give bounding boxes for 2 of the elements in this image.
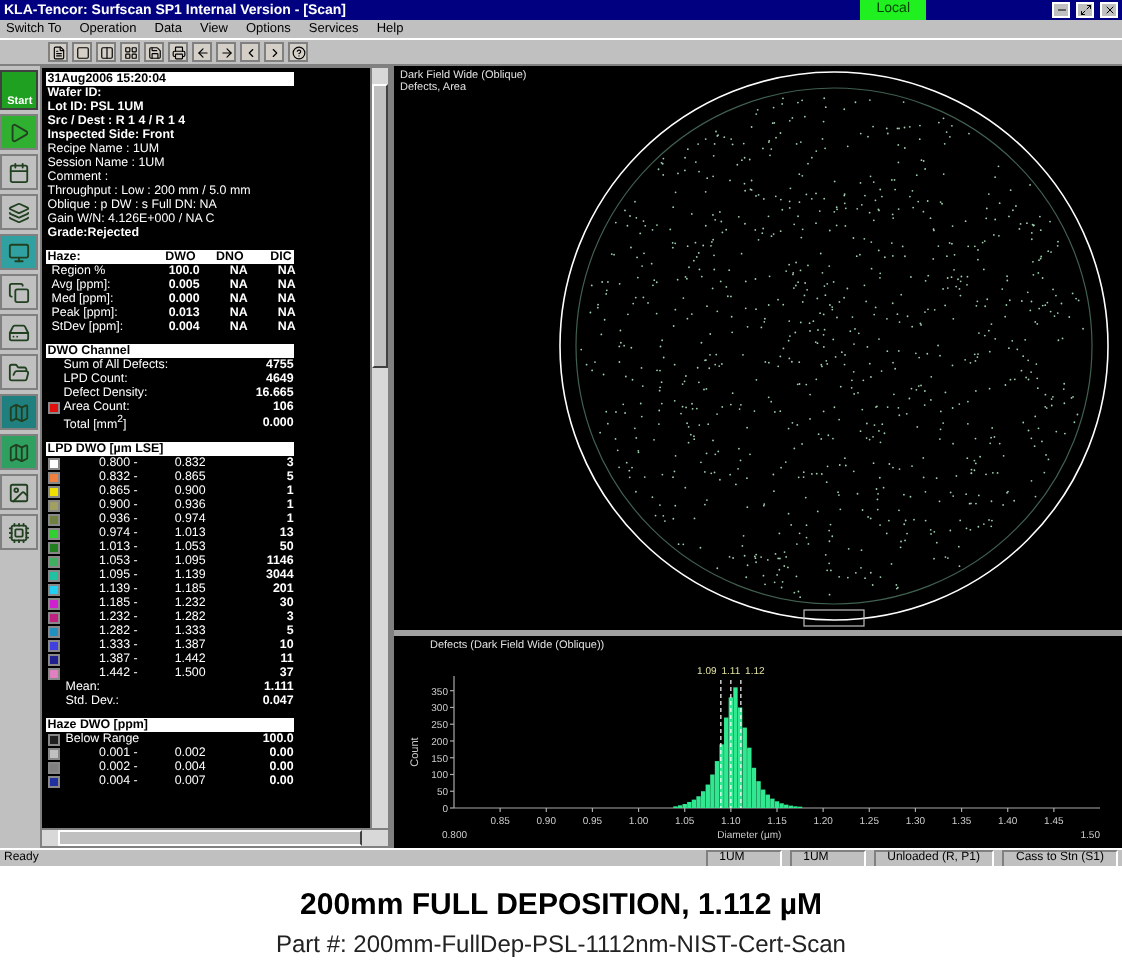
caption-subtitle: Part #: 200mm-FullDep-PSL-1112nm-NIST-Cert-Scan bbox=[276, 929, 846, 957]
caption-title: 200mm FULL DEPOSITION, 1.112 µM bbox=[300, 887, 822, 921]
